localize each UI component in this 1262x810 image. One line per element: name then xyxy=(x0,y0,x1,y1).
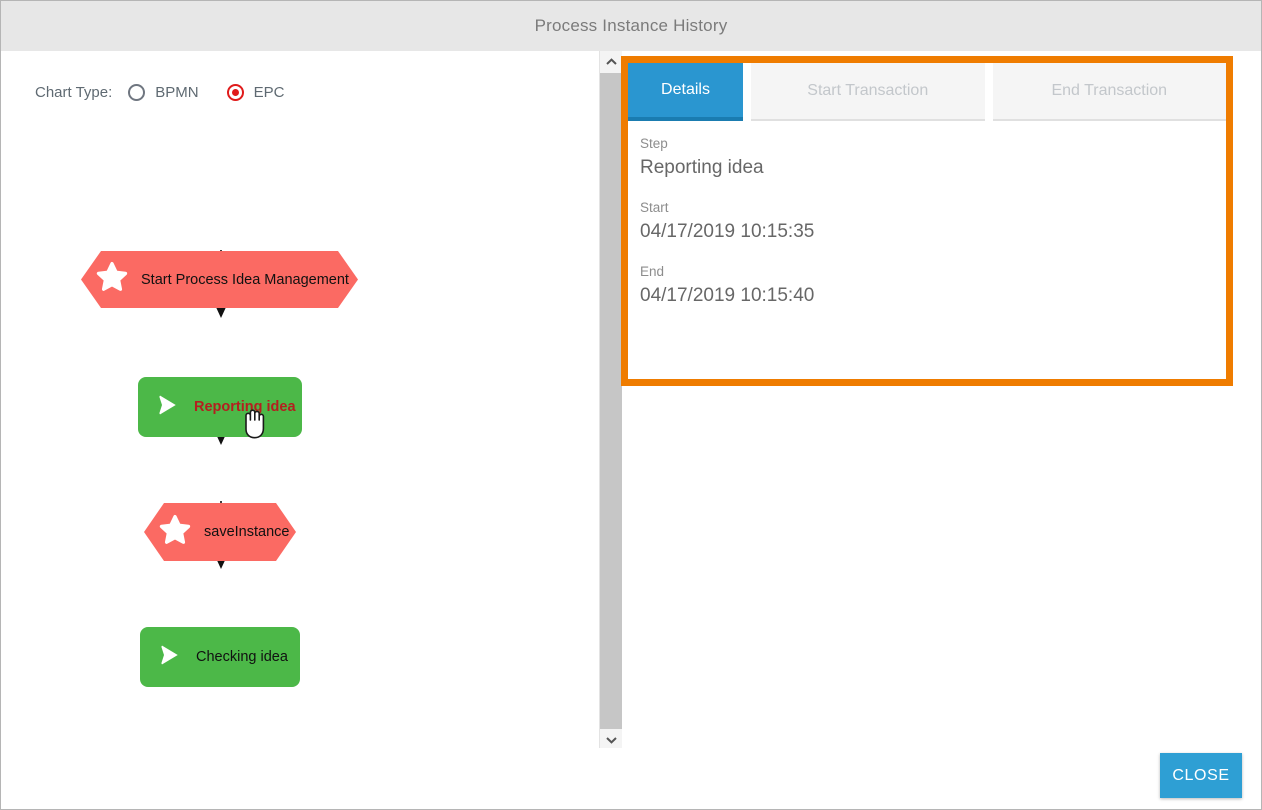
scroll-up-button[interactable] xyxy=(600,51,622,73)
tab-details[interactable]: Details xyxy=(628,63,743,121)
radio-bpmn-label: BPMN xyxy=(155,84,199,101)
field-step-label: Step xyxy=(640,136,668,151)
diagram-node-label: saveInstance xyxy=(204,524,290,540)
radio-option-epc[interactable]: EPC xyxy=(226,84,285,101)
chart-type-selector: Chart Type: BPMN EPC xyxy=(35,84,312,101)
field-end-value: 04/17/2019 10:15:40 xyxy=(640,285,815,306)
diagram-node-start-process-idea-management[interactable]: Start Process Idea Management xyxy=(81,251,358,308)
tab-end-transaction: End Transaction xyxy=(992,63,1226,121)
field-end: End 04/17/2019 10:15:40 xyxy=(640,263,1226,311)
scrollbar-thumb[interactable] xyxy=(600,73,622,729)
chevron-down-icon xyxy=(605,737,617,744)
diagram-node-label: Reporting idea xyxy=(194,399,296,415)
diagram-node-label: Start Process Idea Management xyxy=(141,271,349,288)
field-end-label: End xyxy=(640,264,665,279)
radio-bpmn-icon[interactable] xyxy=(128,84,146,101)
details-fields: Step Reporting idea Start 04/17/2019 10:… xyxy=(628,121,1226,311)
star-icon xyxy=(95,260,129,299)
chart-vertical-scrollbar[interactable] xyxy=(599,51,622,751)
close-button[interactable]: CLOSE xyxy=(1160,753,1242,798)
radio-epc-label: EPC xyxy=(253,84,285,101)
dialog-titlebar: Process Instance History xyxy=(1,1,1261,51)
diagram-node-label: Checking idea xyxy=(196,649,288,665)
field-step: Step Reporting idea xyxy=(640,135,1226,183)
chart-pane: Chart Type: BPMN EPC Start Process Idea … xyxy=(2,51,598,751)
diagram-node-checking-idea[interactable]: Checking idea xyxy=(140,627,300,687)
details-tablist: Details Start Transaction End Transactio… xyxy=(628,63,1226,121)
field-step-value: Reporting idea xyxy=(640,157,764,178)
process-instance-history-dialog: Process Instance History Chart Type: BPM… xyxy=(0,0,1262,810)
field-start: Start 04/17/2019 10:15:35 xyxy=(640,199,1226,247)
field-start-label: Start xyxy=(640,200,669,215)
play-triangle-icon xyxy=(154,640,184,675)
tab-start-transaction: Start Transaction xyxy=(751,63,985,121)
diagram-node-reporting-idea[interactable]: Reporting idea xyxy=(138,377,302,437)
radio-epc-icon[interactable] xyxy=(226,84,244,101)
radio-option-bpmn[interactable]: BPMN xyxy=(128,84,199,101)
dialog-title: Process Instance History xyxy=(534,16,728,35)
diagram-node-saveinstance[interactable]: saveInstance xyxy=(144,503,296,561)
dialog-footer: CLOSE xyxy=(2,748,1261,808)
play-triangle-icon xyxy=(152,390,182,425)
chart-type-label: Chart Type: xyxy=(35,84,113,101)
chevron-up-icon xyxy=(605,58,617,65)
epc-flow-diagram: Start Process Idea Management Reporting … xyxy=(2,181,598,741)
step-details-panel: Details Start Transaction End Transactio… xyxy=(621,56,1233,386)
field-start-value: 04/17/2019 10:15:35 xyxy=(640,221,815,242)
star-icon xyxy=(158,513,192,552)
